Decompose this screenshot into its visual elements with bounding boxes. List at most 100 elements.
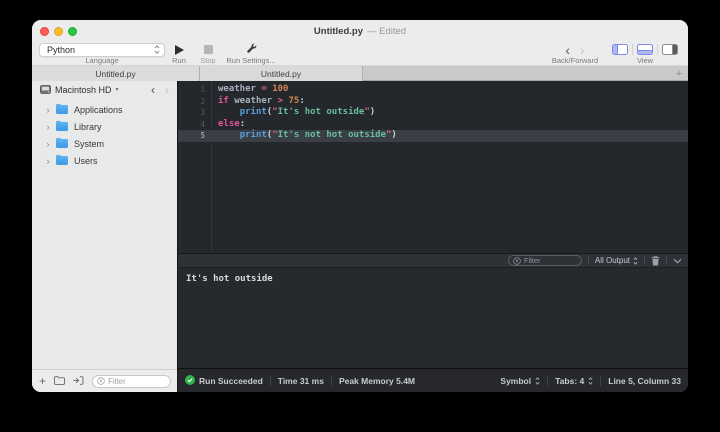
folder-icon (56, 139, 68, 148)
minimize-window-icon[interactable] (54, 27, 63, 36)
line-number: 1 (178, 84, 205, 96)
language-select-value: Python (47, 45, 154, 55)
line-number: 3 (178, 107, 205, 119)
line-number: 2 (178, 96, 205, 108)
sidebar-forward-button[interactable]: › (162, 85, 172, 95)
disclosure-chevron-icon[interactable]: › (42, 105, 54, 115)
console-filter-input[interactable] (524, 256, 577, 265)
folder-icon (56, 105, 68, 114)
disclosure-chevron-icon[interactable]: › (42, 122, 54, 132)
code-line[interactable]: 1weather = 100 (178, 84, 688, 96)
line-number: 5 (178, 130, 205, 142)
output-mode-value: All Output (595, 256, 630, 265)
tab-untitled-2[interactable]: Untitled.py (200, 66, 363, 81)
folder-name: Users (74, 156, 98, 166)
language-label: Language (85, 57, 118, 65)
sidebar-item-library[interactable]: › Library (32, 118, 177, 135)
stop-label: Stop (200, 57, 215, 65)
sidebar-item-system[interactable]: ›System (32, 135, 177, 152)
toggle-console-panel-icon[interactable] (637, 44, 653, 55)
sidebar-filter-field[interactable] (92, 375, 171, 388)
console-filter-field[interactable] (508, 255, 582, 266)
up-down-chevrons-icon (535, 376, 540, 386)
code-line[interactable]: 2if weather > 75: (178, 96, 688, 108)
tab-label: Untitled.py (95, 69, 135, 79)
run-settings-label: Run Settings... (226, 57, 275, 65)
edited-indicator: — Edited (367, 26, 406, 37)
symbol-select[interactable]: Symbol (500, 376, 540, 386)
title-bar[interactable]: Untitled.py — Edited (32, 20, 688, 42)
folder-icon (56, 122, 68, 131)
language-select[interactable]: Python (39, 43, 165, 57)
code-text: else: (205, 119, 245, 131)
up-down-chevrons-icon (633, 256, 638, 266)
run-label: Run (172, 57, 186, 65)
file-browser-sidebar: Macintosh HD ▾ ‹ › › Applications › Library… (32, 81, 177, 392)
console-toolbar: All Output (178, 253, 688, 268)
location-name: Macintosh HD (55, 85, 112, 95)
code-line[interactable]: 4else: (178, 119, 688, 131)
close-window-icon[interactable] (40, 27, 49, 36)
check-circle-icon (185, 375, 195, 387)
code-editor[interactable]: 1weather = 1002if weather > 75:3 print("… (178, 81, 688, 253)
code-line[interactable]: 5 print("It's not hot outside") (178, 130, 688, 142)
new-folder-icon[interactable] (54, 372, 65, 390)
sidebar-filter-input[interactable] (108, 377, 166, 386)
output-mode-select[interactable]: All Output (595, 256, 638, 266)
play-triangle-icon (175, 45, 184, 55)
run-status: Run Succeeded (185, 375, 263, 387)
sidebar-back-button[interactable]: ‹ (148, 85, 158, 95)
code-line[interactable]: 3 print("It's hot outside") (178, 107, 688, 119)
folder-name: Applications (74, 105, 123, 115)
console-output-text: It's hot outside (186, 274, 273, 284)
run-settings-button[interactable]: Run Settings... (220, 42, 282, 66)
folder-icon (56, 156, 68, 165)
tab-width-label: Tabs: 4 (555, 376, 584, 386)
view-group: View (609, 42, 681, 66)
code-text: if weather > 75: (205, 96, 305, 108)
trash-icon[interactable] (651, 256, 660, 266)
sidebar-item-applications[interactable]: › Applications (32, 101, 177, 118)
hard-drive-icon (40, 85, 51, 94)
editor-column: 1weather = 1002if weather > 75:3 print("… (177, 81, 688, 392)
language-group: Python Language (39, 42, 165, 66)
toggle-sidebar-panel-icon[interactable] (612, 44, 628, 55)
folder-name: Library (74, 122, 102, 132)
chevron-down-icon: ▾ (116, 86, 119, 93)
status-bar: Run Succeeded Time 31 ms Peak Memory 5.4… (178, 368, 688, 392)
content-area: Macintosh HD ▾ ‹ › › Applications › Library… (32, 81, 688, 392)
document-title: Untitled.py (314, 26, 363, 37)
disclosure-chevron-icon[interactable]: › (42, 156, 54, 166)
code-lines: 1weather = 1002if weather > 75:3 print("… (178, 81, 688, 142)
sidebar-location-header[interactable]: Macintosh HD ▾ ‹ › (32, 81, 177, 98)
toggle-inspector-panel-icon[interactable] (662, 44, 678, 55)
console-output[interactable]: It's hot outside (178, 268, 688, 368)
zoom-window-icon[interactable] (68, 27, 77, 36)
memory-stat: Peak Memory 5.4M (339, 376, 415, 386)
forward-button[interactable]: › (575, 44, 590, 56)
stop-square-icon (204, 45, 213, 54)
window-title: Untitled.py — Edited (314, 26, 406, 37)
code-text: print("It's hot outside") (205, 107, 375, 119)
new-file-button[interactable]: + (39, 376, 46, 386)
tab-bar: Untitled.py Untitled.py + (32, 66, 688, 81)
back-button[interactable]: ‹ (560, 44, 575, 56)
plus-icon: + (676, 68, 682, 80)
tab-width-select[interactable]: Tabs: 4 (555, 376, 593, 386)
up-down-chevrons-icon (588, 376, 593, 386)
sidebar-footer: + (32, 369, 177, 392)
screenshot-stage: Untitled.py — Edited Python Language (0, 0, 720, 432)
view-label: View (637, 57, 653, 65)
collapse-console-chevron-down-icon[interactable] (673, 258, 682, 264)
run-button[interactable]: Run (166, 42, 192, 66)
run-status-text: Run Succeeded (199, 376, 263, 386)
time-stat: Time 31 ms (278, 376, 324, 386)
reveal-file-icon[interactable] (73, 372, 84, 390)
new-tab-button[interactable]: + (672, 66, 686, 81)
symbol-label: Symbol (500, 376, 531, 386)
stop-button[interactable]: Stop (195, 42, 221, 66)
tab-untitled-1[interactable]: Untitled.py (32, 66, 200, 81)
sidebar-item-users[interactable]: › Users (32, 152, 177, 169)
funnel-circle-icon (513, 252, 521, 270)
disclosure-chevron-icon[interactable]: › (42, 139, 54, 149)
